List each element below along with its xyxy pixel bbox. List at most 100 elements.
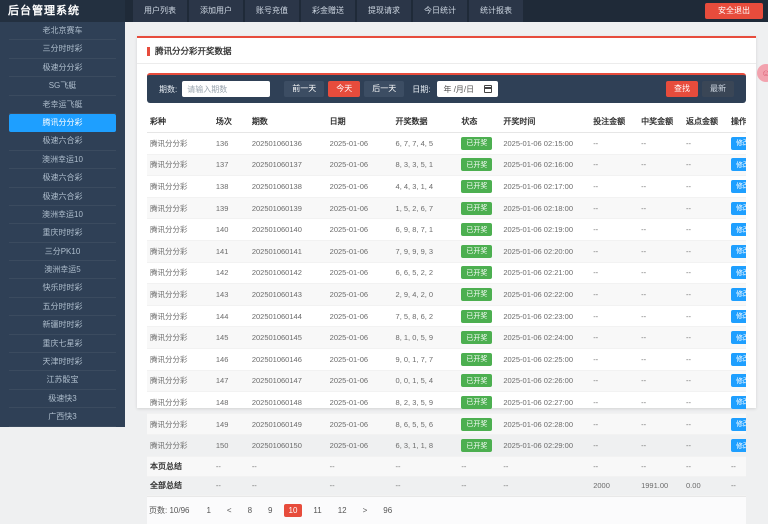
date-input[interactable]: 年 /月/日 [437, 81, 498, 97]
edit-button[interactable]: 修改 [731, 310, 746, 323]
table-cell: 145 [213, 327, 249, 349]
topnav-item[interactable]: 统计报表 [469, 0, 523, 22]
sidebar-item[interactable]: 澳洲幸运10 [9, 206, 116, 224]
sidebar-item[interactable]: 江苏骰宝 [9, 371, 116, 389]
page-button[interactable]: 8 [243, 504, 257, 517]
calendar-icon[interactable] [484, 85, 492, 93]
topnav-item[interactable]: 添加用户 [189, 0, 243, 22]
topnav-item[interactable]: 今日统计 [413, 0, 467, 22]
table-cell: -- [638, 176, 683, 198]
edit-button[interactable]: 修改 [731, 202, 746, 215]
summary-cell: -- [590, 456, 638, 476]
search-button[interactable]: 查找 [666, 81, 698, 97]
table-row: 腾讯分分彩1402025010601402025-01-066, 9, 8, 7… [147, 219, 746, 241]
table-row: 腾讯分分彩1422025010601422025-01-066, 6, 5, 2… [147, 262, 746, 284]
sidebar-item[interactable]: 三分PK10 [9, 243, 116, 261]
page-button[interactable]: 96 [378, 504, 397, 517]
sidebar-item[interactable]: 重庆时时彩 [9, 224, 116, 242]
sidebar-item[interactable]: 极速快3 [9, 390, 116, 408]
sidebar-item[interactable]: 极速六合彩 [9, 169, 116, 187]
period-input[interactable] [182, 81, 270, 97]
sidebar-item[interactable]: 新疆时时彩 [9, 316, 116, 334]
page-button[interactable]: 10 [284, 504, 303, 517]
table-cell: -- [590, 197, 638, 219]
topnav-item[interactable]: 账号充值 [245, 0, 299, 22]
actions-cell: 修改开奖 [728, 154, 746, 176]
edit-button[interactable]: 修改 [731, 331, 746, 344]
page-button[interactable]: 11 [308, 504, 326, 517]
sidebar-item[interactable]: 老幸运飞艇 [9, 96, 116, 114]
edit-button[interactable]: 修改 [731, 374, 746, 387]
table-cell: 腾讯分分彩 [147, 305, 213, 327]
table-row: 腾讯分分彩1382025010601382025-01-064, 4, 3, 1… [147, 176, 746, 198]
status-badge: 已开奖 [461, 158, 492, 171]
edit-button[interactable]: 修改 [731, 223, 746, 236]
table-cell: -- [683, 348, 728, 370]
topnav-item[interactable]: 用户列表 [133, 0, 187, 22]
edit-button[interactable]: 修改 [731, 158, 746, 171]
table-cell: -- [590, 284, 638, 306]
next-day-button[interactable]: 后一天 [364, 81, 404, 97]
table-cell: -- [683, 133, 728, 155]
service-float-icon[interactable]: ☺ [757, 64, 768, 82]
sidebar-item[interactable]: 广西快3 [9, 408, 116, 426]
page-button[interactable]: 1 [201, 504, 215, 517]
page-button[interactable]: < [222, 504, 237, 517]
prev-day-button[interactable]: 前一天 [284, 81, 324, 97]
latest-button[interactable]: 最新 [702, 81, 734, 97]
table-cell: 2025-01-06 [327, 219, 393, 241]
edit-button[interactable]: 修改 [731, 418, 746, 431]
table-row: 腾讯分分彩1362025010601362025-01-066, 7, 7, 4… [147, 133, 746, 155]
table-cell: 136 [213, 133, 249, 155]
sidebar-item[interactable]: 极速六合彩 [9, 188, 116, 206]
edit-button[interactable]: 修改 [731, 396, 746, 409]
actions-cell: 修改开奖 [728, 176, 746, 198]
status-badge: 已开奖 [461, 374, 492, 387]
table-cell: 7, 5, 8, 6, 2 [393, 305, 459, 327]
sidebar-item[interactable]: 天津时时彩 [9, 353, 116, 371]
table-cell: 6, 7, 7, 4, 5 [393, 133, 459, 155]
sidebar-item[interactable]: 三分时时彩 [9, 40, 116, 58]
edit-button[interactable]: 修改 [731, 288, 746, 301]
status-cell: 已开奖 [458, 370, 500, 392]
status-badge: 已开奖 [461, 418, 492, 431]
table-cell: 138 [213, 176, 249, 198]
table-row: 腾讯分分彩1462025010601462025-01-069, 0, 1, 7… [147, 348, 746, 370]
sidebar-item[interactable]: 老北京赛车 [9, 22, 116, 40]
edit-button[interactable]: 修改 [731, 353, 746, 366]
edit-button[interactable]: 修改 [731, 180, 746, 193]
topnav-item[interactable]: 彩金赠送 [301, 0, 355, 22]
page-button[interactable]: 12 [333, 504, 352, 517]
table-cell: -- [638, 262, 683, 284]
table-cell: -- [683, 413, 728, 435]
edit-button[interactable]: 修改 [731, 266, 746, 279]
summary-cell: -- [393, 476, 459, 496]
status-cell: 已开奖 [458, 284, 500, 306]
edit-button[interactable]: 修改 [731, 439, 746, 452]
table-cell: -- [683, 154, 728, 176]
page-button[interactable]: 9 [263, 504, 277, 517]
app-title: 后台管理系统 [0, 0, 125, 22]
logout-button[interactable]: 安全退出 [705, 3, 763, 19]
table-cell: 149 [213, 413, 249, 435]
table-cell: -- [683, 176, 728, 198]
page-button[interactable]: > [358, 504, 373, 517]
sidebar-item[interactable]: 澳洲幸运10 [9, 151, 116, 169]
sidebar-item[interactable]: 五分时时彩 [9, 298, 116, 316]
table-cell: -- [590, 327, 638, 349]
period-label: 期数: [159, 84, 177, 95]
topnav-item[interactable]: 提现请求 [357, 0, 411, 22]
edit-button[interactable]: 修改 [731, 245, 746, 258]
sidebar-item[interactable]: SG飞艇 [9, 77, 116, 95]
edit-button[interactable]: 修改 [731, 137, 746, 150]
sidebar-item[interactable]: 重庆七星彩 [9, 335, 116, 353]
table-cell: 2025-01-06 [327, 327, 393, 349]
today-button[interactable]: 今天 [328, 81, 360, 97]
table-cell: -- [683, 262, 728, 284]
sidebar-item[interactable]: 腾讯分分彩 [9, 114, 116, 132]
sidebar-item[interactable]: 澳洲幸运5 [9, 261, 116, 279]
sidebar-item[interactable]: 快乐时时彩 [9, 279, 116, 297]
sidebar-item[interactable]: 极速六合彩 [9, 132, 116, 150]
status-cell: 已开奖 [458, 392, 500, 414]
sidebar-item[interactable]: 极速分分彩 [9, 59, 116, 77]
